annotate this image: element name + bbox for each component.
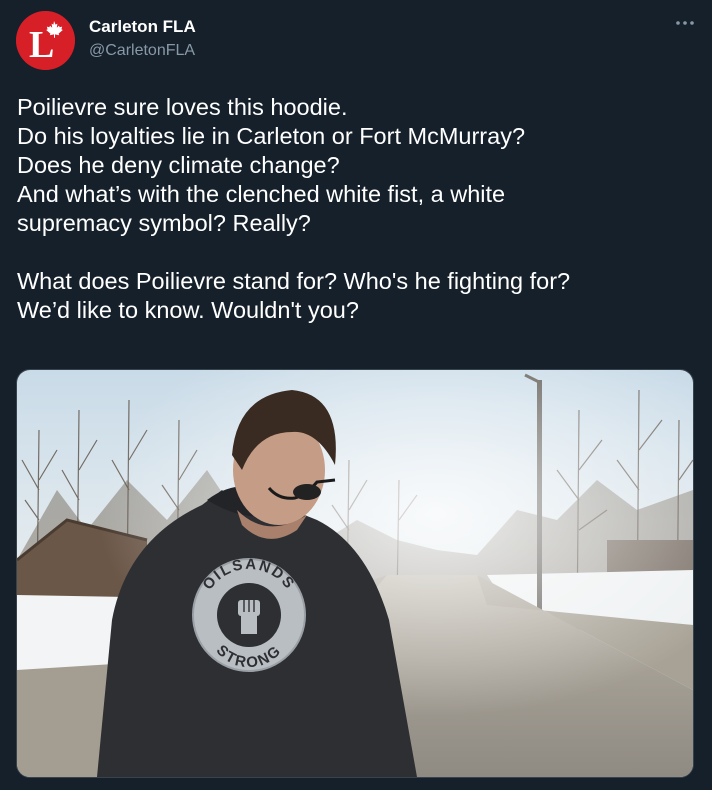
tweet-line: We’d like to know. Wouldn't you?: [17, 297, 359, 323]
tweet-text: Poilievre sure loves this hoodie. Do his…: [17, 93, 697, 325]
avatar[interactable]: L: [16, 11, 75, 70]
tweet-line: Poilievre sure loves this hoodie.: [17, 94, 348, 120]
tweet-card: L Carleton FLA @CarletonFLA Poilievre su…: [0, 0, 712, 790]
tweet-line: Do his loyalties lie in Carleton or Fort…: [17, 123, 526, 149]
more-horizontal-icon: [676, 21, 694, 25]
tweet-line: Does he deny climate change?: [17, 152, 340, 178]
raised-fist-icon: [238, 600, 260, 634]
more-options-button[interactable]: [672, 13, 698, 33]
tweet-line: supremacy symbol? Really?: [17, 210, 311, 236]
display-name[interactable]: Carleton FLA: [89, 16, 196, 38]
tweet-photo[interactable]: OILSANDS STRONG: [16, 369, 694, 778]
avatar-logo: L: [16, 11, 75, 70]
user-handle[interactable]: @CarletonFLA: [89, 40, 195, 62]
photo-scene: OILSANDS STRONG: [17, 370, 693, 777]
tweet-line: What does Poilievre stand for? Who's he …: [17, 268, 571, 294]
tweet-line: And what’s with the clenched white fist,…: [17, 181, 506, 207]
